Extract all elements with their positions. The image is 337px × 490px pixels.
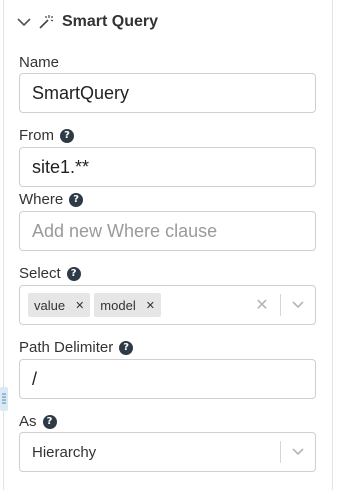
from-label: From ? bbox=[19, 127, 74, 144]
name-input[interactable]: SmartQuery bbox=[19, 73, 316, 113]
select-tags: value ✕ model ✕ bbox=[28, 293, 250, 317]
path-delimiter-label: Path Delimiter ? bbox=[19, 339, 134, 356]
name-label: Name bbox=[19, 54, 60, 71]
help-icon[interactable]: ? bbox=[119, 340, 134, 355]
divider bbox=[280, 294, 281, 316]
where-label: Where ? bbox=[19, 191, 84, 208]
from-input[interactable]: site1.** bbox=[19, 147, 316, 187]
select-tag: model ✕ bbox=[94, 293, 161, 317]
remove-tag-icon[interactable]: ✕ bbox=[75, 299, 84, 312]
divider bbox=[280, 441, 281, 463]
select-tag: value ✕ bbox=[28, 293, 91, 317]
smart-query-panel: Smart Query Name SmartQuery From ? site1… bbox=[3, 0, 333, 490]
help-icon[interactable]: ? bbox=[60, 128, 74, 143]
panel-header[interactable]: Smart Query bbox=[16, 10, 158, 34]
path-delimiter-input[interactable]: / bbox=[19, 359, 316, 399]
help-icon[interactable]: ? bbox=[42, 414, 57, 429]
help-icon[interactable]: ? bbox=[69, 192, 84, 207]
as-select[interactable]: Hierarchy bbox=[19, 432, 316, 472]
chevron-down-icon[interactable] bbox=[289, 301, 307, 309]
chevron-down-icon[interactable] bbox=[16, 14, 32, 30]
panel-title: Smart Query bbox=[62, 13, 159, 30]
select-label: Select ? bbox=[19, 265, 81, 282]
as-label: As ? bbox=[19, 413, 57, 430]
where-input[interactable]: Add new Where clause bbox=[19, 211, 316, 251]
chevron-down-icon[interactable] bbox=[289, 448, 307, 456]
magic-wand-icon bbox=[38, 14, 54, 30]
help-icon[interactable]: ? bbox=[66, 266, 81, 281]
clear-icon[interactable]: ✕ bbox=[250, 295, 274, 315]
resize-handle[interactable] bbox=[0, 387, 8, 411]
select-multiselect[interactable]: value ✕ model ✕ ✕ bbox=[19, 285, 316, 325]
remove-tag-icon[interactable]: ✕ bbox=[146, 299, 155, 312]
